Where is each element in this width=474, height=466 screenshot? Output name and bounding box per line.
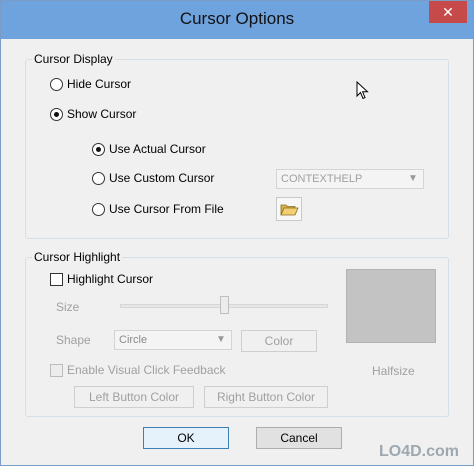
- highlight-color-button[interactable]: Color: [241, 330, 317, 352]
- chevron-down-icon: ▼: [216, 334, 226, 345]
- hide-cursor-label[interactable]: Hide Cursor: [67, 77, 131, 91]
- title-bar[interactable]: Cursor Options ✕: [1, 1, 473, 39]
- hide-cursor-radio[interactable]: [50, 78, 63, 91]
- highlight-cursor-label[interactable]: Highlight Cursor: [67, 272, 153, 286]
- visual-click-feedback-label[interactable]: Enable Visual Click Feedback: [67, 363, 226, 377]
- use-cursor-from-file-radio[interactable]: [92, 203, 105, 216]
- chevron-down-icon: ▼: [408, 173, 418, 184]
- dialog-client-area: Cursor Display Hide Cursor Show Cursor U…: [9, 39, 465, 459]
- custom-cursor-select-value: CONTEXTHELP: [281, 173, 363, 185]
- halfsize-label: Halfsize: [372, 364, 415, 378]
- use-custom-cursor-label[interactable]: Use Custom Cursor: [109, 171, 214, 185]
- cancel-button[interactable]: Cancel: [256, 427, 342, 449]
- size-slider-thumb[interactable]: [219, 296, 229, 314]
- size-label: Size: [56, 300, 80, 314]
- cursor-display-group: Cursor Display Hide Cursor Show Cursor U…: [25, 52, 449, 239]
- cursor-highlight-group: Cursor Highlight Highlight Cursor Size S…: [25, 250, 449, 417]
- highlight-preview-box: [346, 269, 436, 343]
- close-button[interactable]: ✕: [429, 1, 467, 23]
- window-title: Cursor Options: [179, 9, 295, 28]
- show-cursor-label[interactable]: Show Cursor: [67, 107, 136, 121]
- close-icon: ✕: [442, 4, 454, 20]
- ok-button[interactable]: OK: [143, 427, 229, 449]
- shape-select[interactable]: Circle ▼: [114, 330, 232, 350]
- cursor-highlight-group-label: Cursor Highlight: [32, 250, 123, 264]
- highlight-cursor-checkbox[interactable]: [50, 273, 63, 286]
- mouse-pointer-icon: [356, 81, 369, 100]
- browse-file-button[interactable]: [276, 197, 302, 221]
- visual-click-feedback-checkbox[interactable]: [50, 364, 63, 377]
- right-button-color-button[interactable]: Right Button Color: [204, 386, 328, 408]
- shape-label: Shape: [56, 333, 91, 347]
- left-button-color-button[interactable]: Left Button Color: [74, 386, 194, 408]
- use-actual-cursor-label[interactable]: Use Actual Cursor: [109, 142, 206, 156]
- watermark-text: LO4D.com: [378, 443, 459, 460]
- shape-select-value: Circle: [119, 334, 148, 346]
- show-cursor-radio[interactable]: [50, 108, 63, 121]
- cursor-options-dialog: Cursor Options ✕ Cursor Display Hide Cur…: [0, 0, 474, 466]
- use-cursor-from-file-label[interactable]: Use Cursor From File: [109, 202, 224, 216]
- use-custom-cursor-radio[interactable]: [92, 172, 105, 185]
- cursor-display-group-label: Cursor Display: [32, 52, 115, 66]
- custom-cursor-select[interactable]: CONTEXTHELP ▼: [276, 169, 424, 189]
- use-actual-cursor-radio[interactable]: [92, 143, 105, 156]
- folder-open-icon: [280, 204, 299, 216]
- watermark-logo: LO4D.com: [379, 443, 459, 461]
